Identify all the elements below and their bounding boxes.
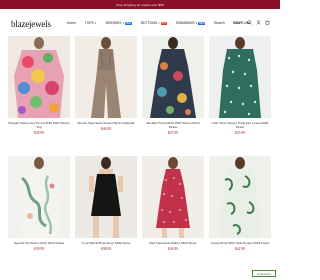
reviews-label: Reviews: [260, 271, 272, 276]
product-title[interactable]: Green Plant Print Side Pocket Midi Dress: [209, 241, 271, 245]
nav-bottoms[interactable]: BOTTOMS ▼ HOT: [141, 21, 167, 25]
logo[interactable]: blazejewels: [11, 19, 51, 29]
nav-search[interactable]: Search: [214, 21, 224, 25]
product-card[interactable]: Special Tri-Sleeve Print Maxi Dress $39.…: [8, 156, 70, 251]
nav-badge-new: NEW: [198, 21, 206, 25]
product-price: $38.99: [33, 131, 45, 136]
nav-dresses[interactable]: DRESSES ▼ NEW: [106, 21, 132, 25]
product-card[interactable]: Elegant Watercolor Floral Print Half Sle…: [8, 36, 70, 135]
product-image[interactable]: [142, 36, 204, 118]
product-price: $39.99: [33, 246, 45, 251]
product-price: $45.99: [234, 131, 246, 136]
product-image[interactable]: [75, 36, 137, 118]
chevron-down-icon: ▼: [157, 21, 161, 25]
product-image[interactable]: [142, 156, 204, 238]
user-icon[interactable]: [256, 20, 261, 25]
product-price: $47.99: [167, 131, 179, 136]
header-actions: USD ▼: [233, 20, 270, 25]
product-title[interactable]: Brown Sleeveless Round Neck Jumpsuit: [75, 121, 137, 125]
search-icon[interactable]: [247, 20, 252, 25]
currency-label: USD: [233, 20, 241, 25]
product-title[interactable]: Cool Black Plain Strap Mini Dress: [75, 241, 137, 245]
product-card[interactable]: Cool Black Plain Strap Mini Dress $38.99: [75, 156, 137, 251]
product-price: $38.99: [100, 246, 112, 251]
product-title[interactable]: Modern Floral Print Half Sleeve Maxi Dre…: [142, 121, 204, 130]
product-card[interactable]: Chic Short Sleeve Wide Dot Green Midi Dr…: [209, 36, 271, 135]
product-card[interactable]: Red Sleeveless Halter Midi Dress $36.99: [142, 156, 204, 251]
nav-dresses-label: DRESSES: [105, 21, 122, 25]
nav-tops-label: TOPS: [84, 21, 94, 25]
nav-badge-new: NEW: [125, 21, 132, 25]
reviews-tab[interactable]: ★ Reviews: [252, 270, 276, 277]
nav-badge-hot: HOT: [160, 21, 167, 25]
nav-bottoms-label: BOTTOMS: [140, 21, 158, 25]
announcement-bar: Free shipping on orders over $59: [0, 0, 280, 9]
cart-icon[interactable]: [265, 20, 270, 25]
product-title[interactable]: Special Tri-Sleeve Print Maxi Dress: [8, 241, 70, 245]
currency-selector[interactable]: USD ▼: [233, 21, 243, 25]
product-card[interactable]: Modern Floral Print Half Sleeve Maxi Dre…: [142, 36, 204, 135]
nav-tops[interactable]: TOPS ▼: [85, 21, 97, 25]
nav-swimwear-label: SWIMWEAR: [175, 21, 195, 25]
nav-search-label: Search: [214, 21, 225, 25]
site-header: blazejewels Home TOPS ▼ DRESSES ▼ NEW BOTTO…: [0, 12, 280, 34]
product-title[interactable]: Red Sleeveless Halter Midi Dress: [142, 241, 204, 245]
product-price: $36.99: [167, 246, 179, 251]
star-icon: ★: [256, 271, 260, 276]
product-title[interactable]: Elegant Watercolor Floral Print Half Sle…: [8, 121, 70, 130]
main-nav: Home TOPS ▼ DRESSES ▼ NEW BOTTOMS ▼ HOT SWIMW…: [67, 21, 259, 25]
product-title[interactable]: Chic Short Sleeve Wide Dot Green Midi Dr…: [209, 121, 271, 130]
nav-home[interactable]: Home: [67, 21, 76, 25]
product-card[interactable]: Green Plant Print Side Pocket Midi Dress…: [209, 156, 271, 251]
product-image[interactable]: [8, 156, 70, 238]
product-card[interactable]: Brown Sleeveless Round Neck Jumpsuit $46…: [75, 36, 137, 131]
product-image[interactable]: [209, 36, 271, 118]
product-image[interactable]: [75, 156, 137, 238]
product-price: $46.99: [100, 126, 112, 131]
product-price: $42.99: [234, 246, 246, 251]
nav-home-label: Home: [67, 21, 76, 25]
chevron-down-icon: ▼: [94, 21, 97, 25]
product-image[interactable]: [8, 36, 70, 118]
announcement-text: Free shipping on orders over $59: [116, 2, 164, 7]
chevron-down-icon: ▼: [240, 21, 243, 24]
product-image[interactable]: [209, 156, 271, 238]
nav-swimwear[interactable]: SWIMWEAR ▼ NEW: [175, 21, 206, 25]
